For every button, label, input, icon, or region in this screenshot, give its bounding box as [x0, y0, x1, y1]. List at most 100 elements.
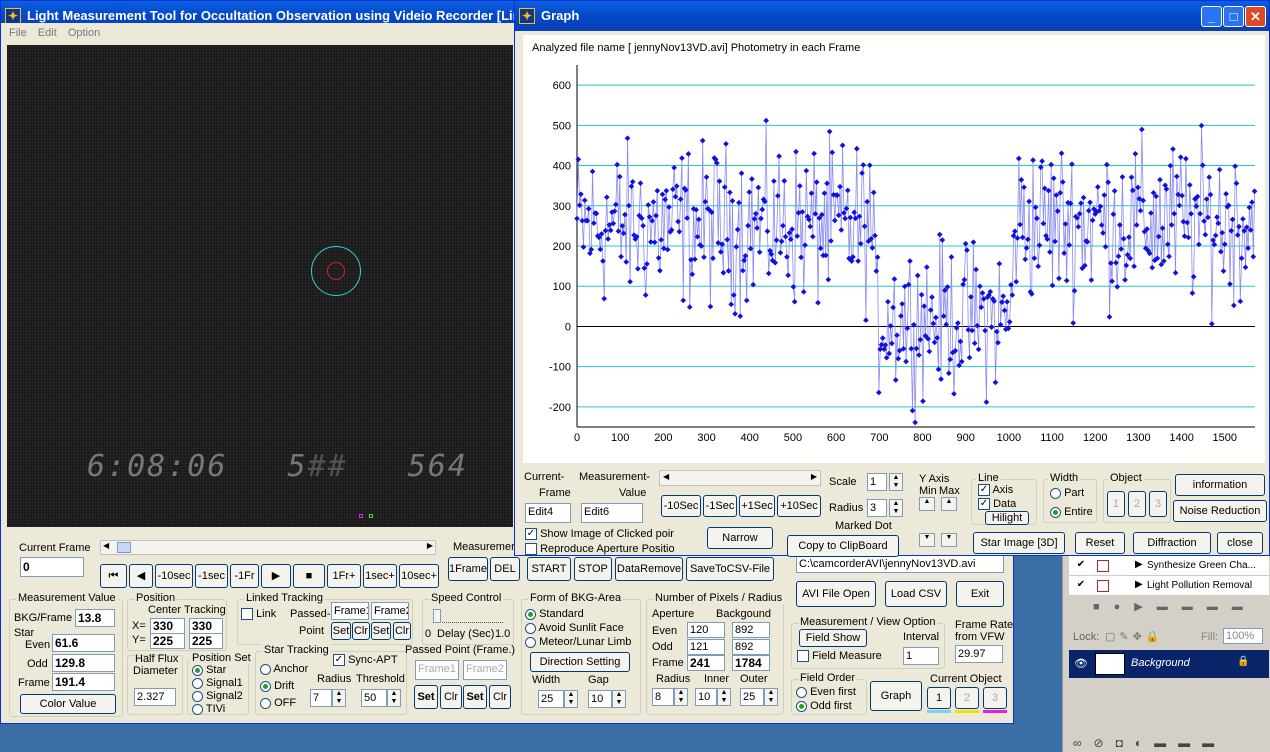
sync-apt-checkbox[interactable]: ✓ Sync-APT [333, 654, 398, 667]
radio-icon[interactable] [796, 686, 807, 698]
play-button[interactable]: ▶ [261, 564, 291, 588]
menu-edit[interactable]: Edit [38, 27, 57, 39]
minus-10sec-graph-button[interactable]: -10Sec [661, 495, 701, 517]
scroll-right-icon[interactable]: ▶ [811, 472, 817, 481]
ymax-down-spinner[interactable]: ▼ [941, 533, 957, 547]
minus-10sec-button[interactable]: -10sec [155, 564, 193, 588]
radio-icon[interactable] [192, 690, 203, 702]
expand-arrow-icon[interactable]: ▶ [1135, 579, 1143, 590]
radius-spinner-g[interactable]: ▲ ▼ [889, 499, 903, 517]
bkg-gap-input[interactable]: 10 [588, 690, 612, 708]
fill-value[interactable]: 100% [1223, 628, 1263, 644]
minus-1fr-button[interactable]: -1Fr [230, 564, 259, 588]
stop-button[interactable]: ■ [293, 564, 325, 588]
load-csv-button[interactable]: Load CSV [885, 581, 947, 607]
save-csv-button[interactable]: SaveToCSV-File [686, 557, 774, 581]
narrow-button[interactable]: Narrow [707, 527, 773, 549]
radio-icon[interactable] [796, 700, 807, 712]
scroll-right-icon[interactable]: ▶ [427, 541, 433, 550]
outer-spinner[interactable]: ▲ ▼ [764, 688, 778, 706]
radio-icon[interactable] [192, 703, 203, 715]
linked-clr1-button[interactable]: Clr [352, 622, 370, 640]
plus-10sec-graph-button[interactable]: +10Sec [777, 495, 821, 517]
checkbox-icon[interactable] [241, 608, 253, 621]
ymin-down-spinner[interactable]: ▼ [919, 533, 935, 547]
bkg-gap-spinner[interactable]: ▲ ▼ [612, 690, 626, 708]
radio-icon[interactable] [260, 680, 271, 692]
odd-first-radio[interactable]: Odd first [796, 700, 852, 712]
edit4-field[interactable]: Edit4 [525, 503, 571, 523]
minus-1sec-graph-button[interactable]: -1Sec [703, 495, 737, 517]
first-frame-button[interactable]: ⏮ [100, 564, 127, 588]
inner-spinner[interactable]: ▲ ▼ [717, 688, 731, 706]
color-value-button[interactable]: Color Value [20, 694, 116, 714]
radio-icon[interactable] [1050, 506, 1061, 518]
checkbox-icon[interactable]: ✓ [333, 654, 345, 667]
object2-button[interactable]: 2 [955, 687, 979, 709]
graph-object3-button[interactable]: 3 [1149, 491, 1167, 517]
file-path-field[interactable]: C:\camcorderAVI\jennyNov13VD.avi [796, 555, 1004, 573]
threshold-input[interactable]: 50 [361, 689, 387, 707]
plus-1sec-graph-button[interactable]: +1Sec [739, 495, 775, 517]
frame-scrollbar[interactable]: ◀ ▶ [100, 540, 436, 555]
video-frame[interactable]: 6:08:06 5## 564 [7, 45, 513, 527]
radio-icon[interactable] [1050, 487, 1061, 499]
menu-file[interactable]: File [9, 27, 27, 39]
plus-1fr-button[interactable]: 1Fr+ [327, 564, 361, 588]
show-image-checkbox[interactable]: ✓ Show Image of Clicked poir [525, 528, 674, 541]
ymax-up-spinner[interactable]: ▲ [941, 497, 957, 511]
scroll-left-icon[interactable]: ◀ [663, 472, 669, 481]
bkg-width-input[interactable]: 25 [538, 690, 564, 708]
bkg-meteor-radio[interactable]: Meteor/Lunar Limb [525, 636, 631, 648]
photometry-chart[interactable]: 6005004003002001000-100-2000 100 200 300 400… [523, 35, 1265, 463]
checkbox-icon[interactable]: ✓ [978, 484, 990, 497]
plus-1sec-button[interactable]: 1sec+ [363, 564, 397, 588]
radio-icon[interactable] [260, 697, 271, 709]
even-first-radio[interactable]: Even first [796, 686, 856, 698]
graph-button[interactable]: Graph [870, 681, 922, 711]
prev-frame-button[interactable]: ◀ [129, 564, 153, 588]
current-frame-input[interactable]: 0 [20, 557, 84, 577]
slider-thumb[interactable] [433, 609, 441, 623]
link-checkbox[interactable]: Link [241, 608, 276, 621]
reset-button[interactable]: Reset [1075, 532, 1125, 554]
avi-file-open-button[interactable]: AVI File Open [796, 581, 876, 607]
maximize-button[interactable]: □ [1223, 6, 1244, 27]
passed-clr1-button[interactable]: Clr [440, 685, 462, 709]
bkg-width-spinner[interactable]: ▲ ▼ [564, 690, 578, 708]
checkbox-icon[interactable] [797, 650, 809, 663]
graph-scrollbar[interactable]: ◀ ▶ [659, 470, 821, 486]
position-set-signal2[interactable]: Signal2 [192, 690, 243, 702]
scroll-left-icon[interactable]: ◀ [103, 541, 109, 550]
passed-frame1-input[interactable]: Frame1 [415, 660, 459, 680]
direction-setting-button[interactable]: Direction Setting [530, 652, 630, 672]
del-button[interactable]: DEL [490, 557, 520, 581]
radio-icon[interactable] [192, 677, 203, 689]
ymin-up-spinner[interactable]: ▲ [919, 497, 935, 511]
entire-radio[interactable]: Entire [1050, 506, 1093, 518]
scale-input[interactable]: 1 [867, 473, 887, 491]
expand-arrow-icon[interactable]: ▶ [1135, 559, 1143, 570]
radio-icon[interactable] [260, 663, 271, 675]
field-measure-checkbox[interactable]: Field Measure [797, 650, 882, 663]
checkbox-icon[interactable]: ✓ [978, 498, 990, 511]
passed-frame2-input[interactable]: Frame2 [463, 660, 507, 680]
drift-radio[interactable]: Drift [260, 680, 294, 692]
minimize-button[interactable]: _ [1201, 6, 1222, 27]
inner-input[interactable]: 10 [695, 688, 717, 706]
outer-input[interactable]: 25 [740, 688, 764, 706]
graph-object1-button[interactable]: 1 [1107, 491, 1125, 517]
menu-option[interactable]: Option [68, 27, 100, 39]
linked-clr2-button[interactable]: Clr [393, 622, 411, 640]
interval-input[interactable]: 1 [903, 647, 939, 665]
lock-icons[interactable]: ▢✎✥🔒 [1105, 630, 1164, 643]
layer-visibility-icon[interactable]: ✔ [1075, 560, 1087, 572]
chart-area[interactable]: Analyzed file name [ jennyNov13VD.avi] P… [523, 35, 1265, 463]
bkg-sunlit-radio[interactable]: Avoid Sunlit Face [525, 622, 624, 634]
layer-visibility-icon[interactable]: ✔ [1075, 580, 1087, 592]
off-radio[interactable]: OFF [260, 697, 296, 709]
information-button[interactable]: information [1175, 474, 1265, 496]
threshold-spinner[interactable]: ▲ ▼ [387, 689, 401, 707]
bkg-standard-radio[interactable]: Standard [525, 608, 584, 620]
data-remove-button[interactable]: DataRemove [615, 557, 683, 581]
